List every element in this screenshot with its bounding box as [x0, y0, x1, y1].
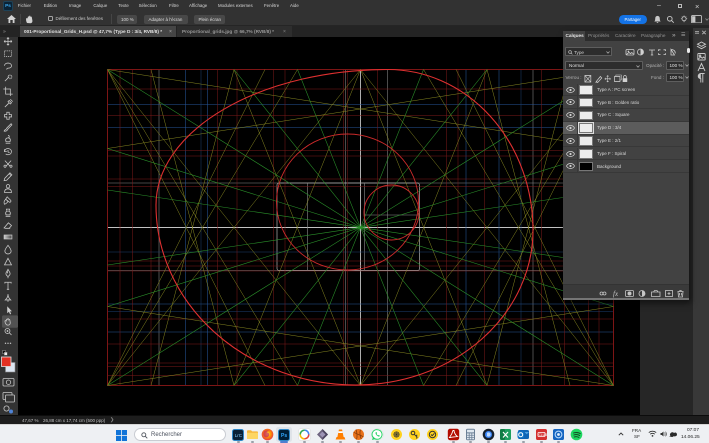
- svg-text:fx: fx: [613, 290, 619, 298]
- svg-text:CLUB: CLUB: [538, 433, 547, 437]
